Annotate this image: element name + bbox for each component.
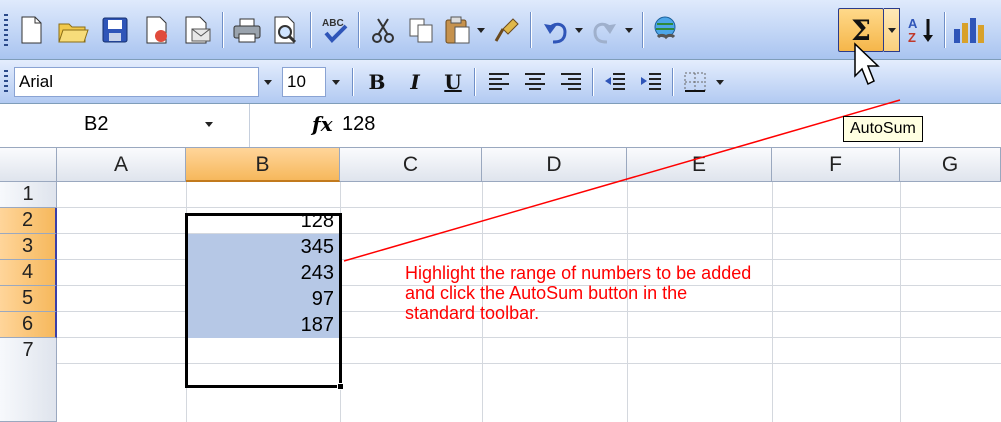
chevron-down-icon (625, 27, 633, 33)
chevron-down-icon (264, 79, 272, 85)
cut-icon[interactable] (366, 13, 400, 47)
font-size-dropdown[interactable] (326, 67, 346, 97)
copy-icon[interactable] (404, 13, 438, 47)
separator (592, 68, 594, 96)
autosum-dropdown[interactable] (884, 8, 900, 52)
separator (944, 12, 946, 48)
svg-text:ABC: ABC (322, 18, 344, 29)
column-header-g[interactable]: G (900, 148, 1001, 182)
chevron-down-icon (716, 79, 724, 85)
autosum-tooltip: AutoSum (843, 116, 923, 142)
separator (352, 68, 354, 96)
row-header-2[interactable]: 2 (0, 208, 57, 234)
row-header-1[interactable]: 1 (0, 182, 57, 208)
row-header-7[interactable]: 7 (0, 338, 57, 422)
name-box-value: B2 (84, 113, 109, 135)
chart-wizard-icon[interactable] (952, 13, 986, 47)
separator (530, 12, 532, 48)
bold-button[interactable]: B (362, 68, 392, 96)
instruction-annotation: Highlight the range of numbers to be add… (405, 263, 752, 323)
separator (222, 12, 224, 48)
decrease-indent-icon[interactable] (600, 68, 630, 96)
standard-toolbar: ABC Σ AZ (0, 0, 1001, 60)
italic-button[interactable]: I (400, 68, 430, 96)
save-icon[interactable] (98, 13, 132, 47)
column-header-b[interactable]: B (186, 148, 340, 182)
toolbar-grip[interactable] (4, 14, 8, 46)
paste-icon[interactable] (440, 13, 474, 47)
format-painter-icon[interactable] (490, 13, 524, 47)
excel-window: ABC Σ AZ Arial 10 B I U B2 fx 128 A B C … (0, 0, 1001, 422)
email-icon[interactable] (180, 13, 214, 47)
column-header-d[interactable]: D (482, 148, 627, 182)
print-icon[interactable] (230, 13, 264, 47)
separator (672, 68, 674, 96)
formula-input[interactable]: 128 (342, 113, 375, 136)
redo-icon[interactable] (588, 13, 622, 47)
align-left-icon[interactable] (484, 68, 514, 96)
formatting-toolbar: Arial 10 B I U (0, 60, 1001, 104)
print-preview-icon[interactable] (268, 13, 302, 47)
svg-text:A: A (908, 16, 918, 31)
spelling-icon[interactable]: ABC (318, 13, 352, 47)
sort-ascending-icon[interactable]: AZ (904, 13, 938, 47)
row-header-5[interactable]: 5 (0, 286, 57, 312)
underline-button[interactable]: U (438, 68, 468, 96)
align-center-icon[interactable] (520, 68, 550, 96)
column-header-e[interactable]: E (627, 148, 772, 182)
autosum-icon: Σ (851, 13, 871, 47)
separator (310, 12, 312, 48)
autosum-button[interactable]: Σ (838, 8, 884, 52)
row-header-3[interactable]: 3 (0, 234, 57, 260)
chevron-down-icon (477, 27, 485, 33)
chevron-down-icon (332, 79, 340, 85)
redo-dropdown[interactable] (622, 15, 636, 45)
name-box[interactable]: B2 (0, 104, 250, 147)
font-name-field[interactable]: Arial (14, 67, 259, 97)
row-header-6[interactable]: 6 (0, 312, 57, 338)
separator (642, 12, 644, 48)
undo-dropdown[interactable] (572, 15, 586, 45)
chevron-down-icon (575, 27, 583, 33)
borders-icon[interactable] (680, 68, 710, 96)
open-icon[interactable] (56, 13, 90, 47)
toolbar-grip[interactable] (4, 70, 8, 94)
new-icon[interactable] (14, 13, 48, 47)
chevron-down-icon (887, 27, 896, 33)
separator (358, 12, 360, 48)
fx-icon[interactable]: fx (312, 112, 333, 136)
font-size-field[interactable]: 10 (282, 67, 326, 97)
separator (474, 68, 476, 96)
borders-dropdown[interactable] (710, 67, 730, 97)
undo-icon[interactable] (538, 13, 572, 47)
align-right-icon[interactable] (556, 68, 586, 96)
row-header-4[interactable]: 4 (0, 260, 57, 286)
permission-icon[interactable] (140, 13, 174, 47)
font-name-dropdown[interactable] (258, 67, 278, 97)
increase-indent-icon[interactable] (636, 68, 666, 96)
column-header-f[interactable]: F (772, 148, 900, 182)
paste-dropdown[interactable] (474, 15, 488, 45)
select-all-corner[interactable] (0, 148, 57, 182)
hyperlink-icon[interactable] (648, 13, 682, 47)
selection-range-border (185, 213, 342, 388)
chevron-down-icon[interactable] (205, 122, 213, 127)
column-header-c[interactable]: C (340, 148, 482, 182)
column-header-a[interactable]: A (57, 148, 186, 182)
svg-text:Z: Z (908, 30, 916, 45)
fill-handle[interactable] (337, 383, 344, 390)
